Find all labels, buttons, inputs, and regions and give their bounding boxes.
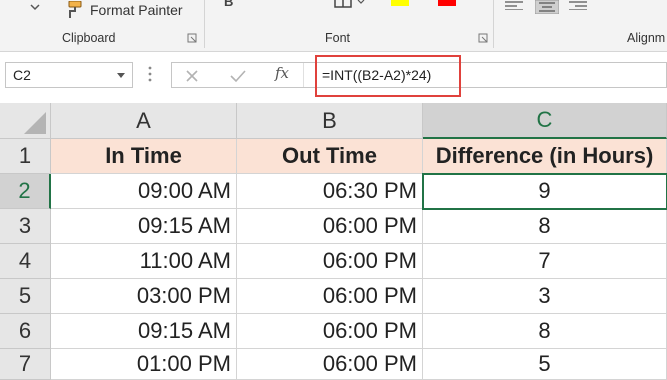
alignment-group-label: Alignm [627, 31, 666, 45]
align-left-icon[interactable] [505, 0, 523, 10]
formula-text[interactable]: =INT((B2-A2)*24) [322, 67, 431, 83]
worksheet-grid: A B C 1 2 3 4 5 6 7 In Time Out Time Dif… [0, 103, 667, 380]
cell-c4[interactable]: 7 [423, 244, 667, 279]
bold-button[interactable]: B [224, 0, 233, 9]
select-all-button[interactable] [0, 103, 51, 139]
check-icon[interactable] [229, 68, 247, 84]
cell-c3[interactable]: 8 [423, 209, 667, 244]
cell-c1[interactable]: Difference (in Hours) [423, 139, 667, 174]
font-color-icon[interactable] [438, 0, 460, 8]
cell-b1[interactable]: Out Time [237, 139, 423, 174]
clipboard-group-label: Clipboard [62, 31, 116, 45]
cell-a4[interactable]: 11:00 AM [51, 244, 237, 279]
format-painter-button[interactable]: Format Painter [64, 0, 183, 20]
row-header-6[interactable]: 6 [0, 314, 51, 349]
ribbon-separator [204, 0, 205, 48]
column-header-b[interactable]: B [237, 103, 423, 139]
insert-function-icon[interactable]: fx [275, 64, 289, 82]
cell-b5[interactable]: 06:00 PM [237, 279, 423, 314]
align-center-icon[interactable] [535, 0, 559, 14]
cell-c5[interactable]: 3 [423, 279, 667, 314]
font-launcher-icon[interactable] [478, 33, 488, 43]
column-header-c[interactable]: C [423, 103, 667, 139]
cell-a6[interactable]: 09:15 AM [51, 314, 237, 349]
row-header-5[interactable]: 5 [0, 279, 51, 314]
font-group-label: Font [325, 31, 351, 45]
chevron-down-icon[interactable] [117, 73, 125, 79]
cell-c6[interactable]: 8 [423, 314, 667, 349]
cell-b6[interactable]: 06:00 PM [237, 314, 423, 349]
name-box[interactable]: C2 [5, 62, 133, 88]
row-header-1[interactable]: 1 [0, 139, 51, 174]
chevron-down-icon[interactable] [357, 0, 365, 5]
highlight-color-bar [391, 0, 409, 6]
cell-c7[interactable]: 5 [423, 349, 667, 380]
row-header-3[interactable]: 3 [0, 209, 51, 244]
column-header-a[interactable]: A [51, 103, 237, 139]
cell-b3[interactable]: 06:00 PM [237, 209, 423, 244]
align-right-icon[interactable] [569, 0, 587, 10]
drag-handle-icon[interactable] [148, 66, 152, 82]
cell-b4[interactable]: 06:00 PM [237, 244, 423, 279]
format-painter-label: Format Painter [90, 2, 183, 18]
font-color-bar [438, 0, 456, 6]
chevron-down-icon[interactable] [28, 0, 42, 16]
cell-a3[interactable]: 09:15 AM [51, 209, 237, 244]
cell-a1[interactable]: In Time [51, 139, 237, 174]
cell-a5[interactable]: 03:00 PM [51, 279, 237, 314]
cancel-icon[interactable] [184, 68, 200, 84]
name-box-value: C2 [13, 67, 31, 83]
format-painter-icon [68, 1, 82, 18]
ribbon: Format Painter Clipboard B Font Alignm [0, 0, 667, 52]
cell-b2[interactable]: 06:30 PM [237, 174, 423, 209]
row-header-4[interactable]: 4 [0, 244, 51, 279]
active-cell-outline [422, 173, 667, 210]
highlight-icon[interactable] [391, 0, 413, 8]
row-header-2[interactable]: 2 [0, 174, 51, 209]
ribbon-separator [493, 0, 494, 48]
row-header-7[interactable]: 7 [0, 349, 51, 380]
borders-icon[interactable] [334, 0, 352, 8]
cell-a2[interactable]: 09:00 AM [51, 174, 237, 209]
clipboard-launcher-icon[interactable] [187, 33, 197, 43]
formula-separator [303, 63, 304, 87]
cell-b7[interactable]: 06:00 PM [237, 349, 423, 380]
cell-a7[interactable]: 01:00 PM [51, 349, 237, 380]
